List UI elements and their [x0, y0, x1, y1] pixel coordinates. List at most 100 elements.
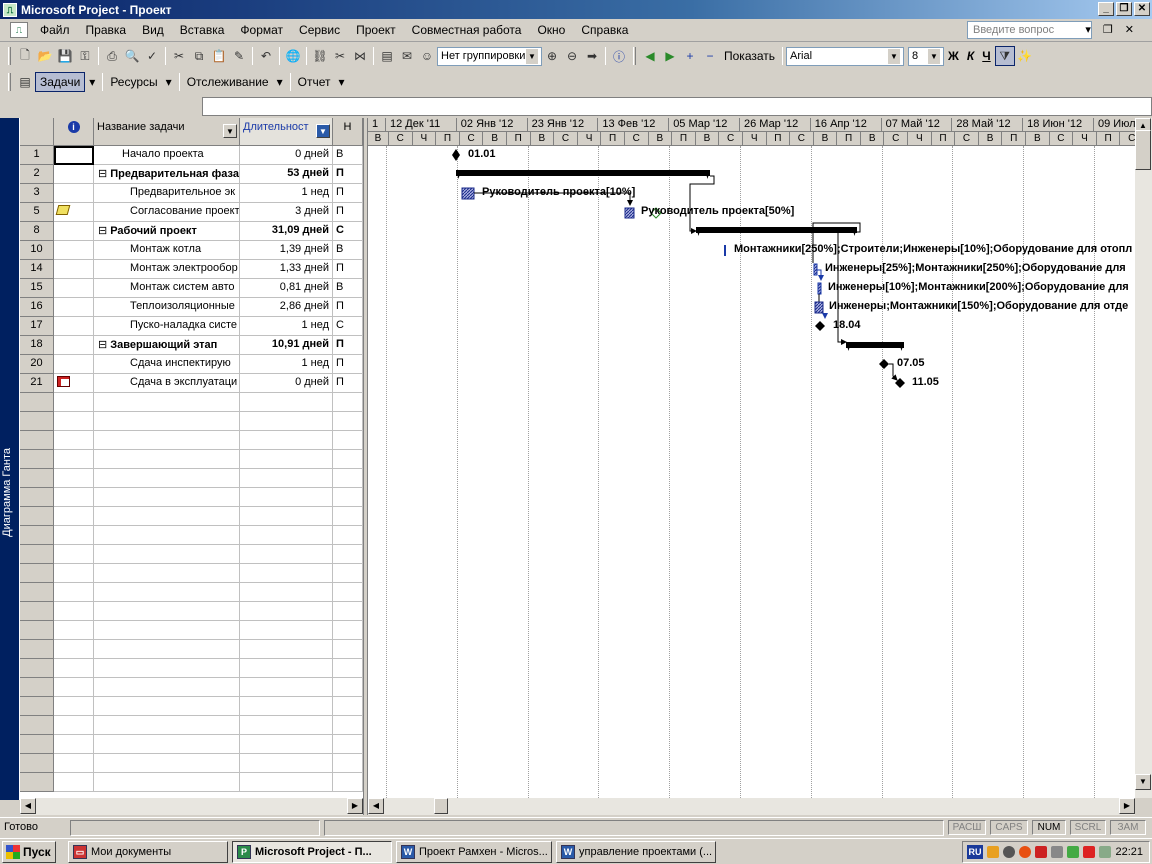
task-name-cell[interactable] — [94, 735, 240, 754]
language-indicator[interactable]: RU — [967, 845, 983, 859]
restore-button[interactable]: ❐ — [1116, 2, 1132, 16]
row-number[interactable] — [20, 412, 54, 431]
scroll-thumb[interactable] — [1135, 130, 1151, 170]
task-name-cell[interactable]: Сдача инспектирую — [94, 355, 240, 374]
task-name-cell[interactable]: Сдача в эксплуатаци — [94, 374, 240, 393]
table-row[interactable] — [20, 716, 363, 735]
table-row[interactable] — [20, 450, 363, 469]
split-task-icon[interactable]: ⋈ — [350, 46, 370, 66]
start-cell[interactable] — [333, 640, 363, 659]
task-name-cell[interactable]: Монтаж систем авто — [94, 279, 240, 298]
duration-cell[interactable] — [240, 431, 333, 450]
duration-cell[interactable] — [240, 488, 333, 507]
task-name-cell[interactable]: Монтаж электрообор — [94, 260, 240, 279]
task-name-cell[interactable]: ⊟ Предварительная фаза — [94, 165, 240, 184]
task-name-cell[interactable]: Предварительное эк — [94, 184, 240, 203]
note-icon[interactable] — [55, 205, 71, 215]
task-name-cell[interactable] — [94, 450, 240, 469]
duration-cell[interactable] — [240, 545, 333, 564]
duration-cell[interactable]: 0 дней — [240, 146, 333, 165]
row-header-corner[interactable] — [20, 118, 54, 146]
task-name-cell[interactable] — [94, 602, 240, 621]
row-number[interactable]: 20 — [20, 355, 54, 374]
task-name-cell[interactable]: ⊟ Рабочий проект — [94, 222, 240, 241]
report-button[interactable]: Отчет — [294, 75, 335, 89]
start-cell[interactable] — [333, 526, 363, 545]
bold-button[interactable]: Ж — [944, 49, 963, 63]
document-icon[interactable]: ⎍ — [10, 22, 28, 38]
duration-cell[interactable]: 1,39 дней — [240, 241, 333, 260]
scroll-thumb[interactable] — [434, 798, 448, 814]
zoom-out-icon[interactable]: ⊖ — [562, 46, 582, 66]
scroll-down-icon[interactable]: ▼ — [1135, 774, 1151, 790]
copy-icon[interactable]: ⧉ — [189, 46, 209, 66]
indicator-cell[interactable] — [54, 773, 94, 792]
start-cell[interactable]: В — [333, 279, 363, 298]
table-row[interactable] — [20, 735, 363, 754]
link-tasks-icon[interactable]: ⛓ — [310, 46, 330, 66]
task-bar-15[interactable] — [817, 282, 822, 295]
duration-cell[interactable] — [240, 773, 333, 792]
menu-format[interactable]: Формат — [232, 23, 291, 37]
duration-cell[interactable]: 1,33 дней — [240, 260, 333, 279]
entry-field[interactable] — [202, 97, 1152, 116]
table-row[interactable]: 16 Теплоизоляционные 2,86 дней П — [20, 298, 363, 317]
duration-cell[interactable] — [240, 507, 333, 526]
table-row[interactable] — [20, 602, 363, 621]
task-bar-16[interactable] — [814, 301, 824, 314]
project-guide-icon[interactable]: ▤ — [15, 72, 35, 92]
start-cell[interactable] — [333, 431, 363, 450]
chevron-down-icon[interactable]: ▼ — [316, 124, 330, 138]
filter-icon[interactable]: ⧩ — [994, 46, 1015, 66]
row-number[interactable]: 3 — [20, 184, 54, 203]
start-cell[interactable]: П — [333, 165, 363, 184]
row-number[interactable]: 17 — [20, 317, 54, 336]
duration-cell[interactable] — [240, 450, 333, 469]
tasks-button[interactable]: Задачи — [35, 72, 86, 92]
duration-cell[interactable]: 1 нед — [240, 317, 333, 336]
duration-cell[interactable] — [240, 469, 333, 488]
taskbar-word-doc-2[interactable]: W управление проектами (... — [556, 841, 716, 863]
start-cell[interactable]: П — [333, 184, 363, 203]
indicator-cell[interactable] — [54, 146, 94, 165]
duration-cell[interactable] — [240, 716, 333, 735]
duration-cell[interactable] — [240, 678, 333, 697]
autofilter-icon[interactable]: ✨ — [1015, 46, 1035, 66]
row-number[interactable] — [20, 583, 54, 602]
print-icon[interactable]: ⎙ — [102, 46, 122, 66]
indicator-cell[interactable] — [54, 298, 94, 317]
undo-icon[interactable]: ↶ — [256, 46, 276, 66]
close-button[interactable]: ✕ — [1134, 2, 1150, 16]
table-row[interactable] — [20, 583, 363, 602]
spelling-icon[interactable]: ✓ — [142, 46, 162, 66]
task-name-cell[interactable] — [94, 773, 240, 792]
start-cell[interactable] — [333, 621, 363, 640]
scroll-left-icon[interactable]: ◀ — [368, 798, 384, 814]
milestone-start[interactable] — [452, 149, 460, 161]
grid-horizontal-scrollbar[interactable]: ◀ ▶ — [20, 798, 363, 815]
indicator-cell[interactable] — [54, 393, 94, 412]
duration-cell[interactable] — [240, 564, 333, 583]
indicator-cell[interactable] — [54, 659, 94, 678]
table-row[interactable] — [20, 564, 363, 583]
permission-icon[interactable]: ⚿ — [75, 46, 95, 66]
row-number[interactable] — [20, 507, 54, 526]
row-number[interactable]: 5 — [20, 203, 54, 222]
scroll-left-icon[interactable]: ◀ — [20, 798, 36, 814]
summary-bar-final[interactable] — [846, 342, 904, 351]
row-number[interactable]: 15 — [20, 279, 54, 298]
font-select[interactable]: Arial ▼ — [786, 46, 905, 66]
duration-cell[interactable]: 1 нед — [240, 355, 333, 374]
summary-bar-preliminary[interactable] — [456, 170, 710, 179]
indicator-cell[interactable] — [54, 336, 94, 355]
collapse-icon[interactable]: ⊟ — [98, 339, 107, 351]
row-number[interactable]: 18 — [20, 336, 54, 355]
vertical-scrollbar[interactable]: ▲ ▼ — [1135, 118, 1152, 798]
row-number[interactable] — [20, 640, 54, 659]
tray-icon[interactable] — [1019, 846, 1031, 858]
duration-cell[interactable] — [240, 754, 333, 773]
row-number[interactable] — [20, 659, 54, 678]
table-row[interactable] — [20, 393, 363, 412]
task-name-cell[interactable] — [94, 488, 240, 507]
task-name-cell[interactable]: ⊟ Завершающий этап — [94, 336, 240, 355]
